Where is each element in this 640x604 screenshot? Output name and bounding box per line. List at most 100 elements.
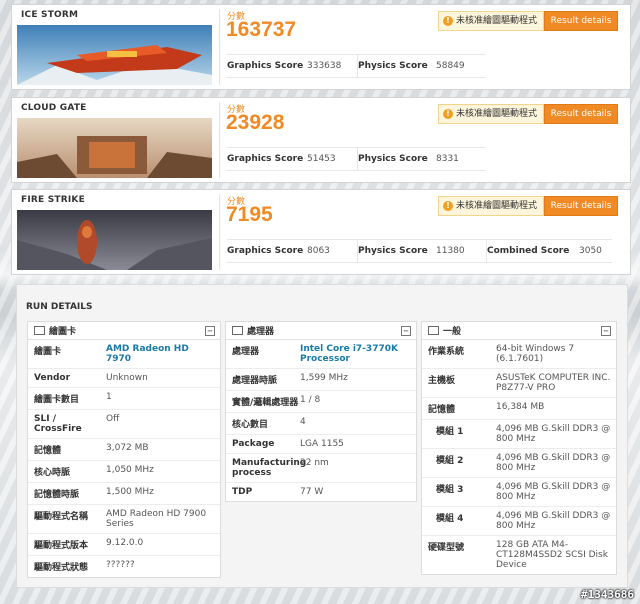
subscore-label: Physics Score: [358, 61, 428, 71]
detail-row: 核心數目 4: [226, 413, 416, 435]
info-icon: !: [442, 109, 453, 119]
detail-row: 記憶體時脈 1,500 MHz: [28, 483, 220, 505]
subscore-row: Graphics Score 333638 Physics Score 58849: [227, 54, 486, 78]
score-value: 7195: [226, 203, 273, 226]
detail-value: 4: [300, 417, 306, 427]
subscore-label: Combined Score: [487, 246, 570, 256]
benchmark-thumbnail-cloud-gate: [17, 118, 212, 178]
detail-row: 模組 1 4,096 MB G.Skill DDR3 @ 800 MHz: [422, 420, 616, 449]
detail-value-link[interactable]: AMD Radeon HD 7970: [106, 340, 220, 368]
detail-value: 128 GB ATA M4-CT128M4SSD2 SCSI Disk Devi…: [496, 540, 608, 570]
detail-value: 9.12.0.0: [106, 538, 144, 548]
detail-label: 處理器: [232, 347, 260, 357]
detail-label: 繪圖卡數目: [34, 395, 80, 405]
general-header-label: 一般: [443, 327, 462, 337]
monitor-icon: [34, 326, 45, 335]
card-divider: [219, 9, 220, 85]
detail-value-link[interactable]: Intel Core i7-3770K Processor: [300, 340, 416, 368]
detail-row: 記憶體 3,072 MB: [28, 439, 220, 461]
unapproved-driver-warning[interactable]: ! 未核准繪圖驅動程式: [437, 196, 544, 216]
subscore-value: 8331: [436, 154, 459, 164]
collapse-toggle-icon[interactable]: −: [205, 326, 215, 336]
detail-value: Unknown: [106, 373, 148, 383]
detail-label: 模組 3: [436, 485, 464, 495]
collapse-toggle-icon[interactable]: −: [401, 326, 411, 336]
detail-value: 1 / 8: [300, 395, 321, 405]
detail-label: 處理器時脈: [232, 376, 278, 386]
gpu-header: 繪圖卡 −: [28, 322, 220, 340]
subscore-value: 3050: [579, 246, 602, 256]
detail-row: 實體/邏輯處理器 1 / 8: [226, 391, 416, 413]
benchmark-title: ICE STORM: [21, 10, 79, 20]
cpu-header: 處理器 −: [226, 322, 416, 340]
detail-label: 硬碟型號: [428, 543, 465, 553]
card-divider: [219, 102, 220, 178]
detail-row: 硬碟型號 128 GB ATA M4-CT128M4SSD2 SCSI Disk …: [422, 536, 616, 574]
computer-icon: [428, 326, 439, 335]
detail-row: 模組 3 4,096 MB G.Skill DDR3 @ 800 MHz: [422, 478, 616, 507]
detail-value: 3,072 MB: [106, 443, 149, 453]
subscore-label: Physics Score: [358, 154, 428, 164]
unapproved-driver-warning[interactable]: ! 未核准繪圖驅動程式: [437, 11, 544, 31]
detail-value: 22 nm: [300, 458, 329, 468]
subscore-value: 8063: [307, 246, 330, 256]
benchmark-title: CLOUD GATE: [21, 103, 87, 113]
subscore-row: Graphics Score 51453 Physics Score 8331: [227, 147, 486, 171]
score-value: 163737: [226, 18, 297, 41]
detail-label: 驅動程式版本: [34, 541, 89, 551]
detail-label: 記憶體: [428, 405, 456, 415]
warning-text: 未核准繪圖驅動程式: [455, 16, 537, 26]
detail-value: 1: [106, 392, 112, 402]
info-icon: !: [442, 201, 453, 211]
subscore-value: 51453: [307, 154, 336, 164]
detail-value: 1,599 MHz: [300, 373, 348, 383]
detail-value: AMD Radeon HD 7900 Series: [106, 509, 207, 529]
detail-value: ASUSTeK COMPUTER INC. P8Z77-V PRO: [496, 373, 611, 393]
detail-value: 1,050 MHz: [106, 465, 154, 475]
cpu-header-label: 處理器: [247, 327, 275, 337]
gpu-header-label: 繪圖卡: [49, 327, 77, 337]
subscore-label: Graphics Score: [227, 154, 304, 164]
detail-row: 模組 4 4,096 MB G.Skill DDR3 @ 800 MHz: [422, 507, 616, 536]
detail-label: 核心數目: [232, 420, 269, 430]
detail-label: 作業系統: [428, 347, 465, 357]
detail-row: 作業系統 64-bit Windows 7 (6.1.7601): [422, 340, 616, 369]
score-value: 23928: [226, 111, 285, 134]
result-details-button[interactable]: Result details: [544, 196, 618, 216]
benchmark-thumbnail-fire-strike: [17, 210, 212, 270]
run-details-title: RUN DETAILS: [26, 302, 93, 312]
detail-label: 實體/邏輯處理器: [232, 398, 299, 408]
warning-text: 未核准繪圖驅動程式: [455, 201, 537, 211]
detail-label: 核心時脈: [34, 468, 71, 478]
detail-value: 16,384 MB: [496, 402, 545, 412]
detail-value: 4,096 MB G.Skill DDR3 @ 800 MHz: [496, 453, 611, 473]
general-column: 一般 − 作業系統 64-bit Windows 7 (6.1.7601) 主機板 A…: [421, 321, 617, 575]
detail-row: Vendor Unknown: [28, 369, 220, 388]
run-details-panel: RUN DETAILS 繪圖卡 − 繪圖卡 AMD Radeon HD 7970 V…: [16, 284, 628, 588]
detail-label: 驅動程式狀態: [34, 563, 89, 573]
collapse-toggle-icon[interactable]: −: [601, 326, 611, 336]
result-details-button[interactable]: Result details: [544, 104, 618, 124]
detail-label: SLI / CrossFire: [34, 414, 82, 434]
unapproved-driver-warning[interactable]: ! 未核准繪圖驅動程式: [437, 104, 544, 124]
detail-row: 核心時脈 1,050 MHz: [28, 461, 220, 483]
detail-value: LGA 1155: [300, 439, 344, 449]
subscore-row: Graphics Score 8063 Physics Score 11380 Co…: [227, 239, 612, 263]
detail-row: 驅動程式狀態??????: [28, 556, 220, 577]
detail-label: Package: [232, 439, 275, 449]
general-header: 一般 −: [422, 322, 616, 340]
detail-label: Vendor: [34, 373, 71, 383]
benchmark-thumbnail-ice-storm: [17, 25, 212, 85]
cpu-column: 處理器 − 處理器 Intel Core i7-3770K Processor 處理…: [225, 321, 417, 502]
result-details-button[interactable]: Result details: [544, 11, 618, 31]
benchmark-title: FIRE STRIKE: [21, 195, 85, 205]
detail-label: 驅動程式名稱: [34, 512, 89, 522]
detail-label: TDP: [232, 487, 253, 497]
detail-row: Package LGA 1155: [226, 435, 416, 454]
card-divider: [219, 194, 220, 270]
subscore-label: Graphics Score: [227, 246, 304, 256]
detail-row: 處理器 Intel Core i7-3770K Processor: [226, 340, 416, 369]
detail-row: TDP 77 W: [226, 483, 416, 501]
detail-row: Manufacturing process 22 nm: [226, 454, 416, 483]
detail-row: 繪圖卡數目 1: [28, 388, 220, 410]
